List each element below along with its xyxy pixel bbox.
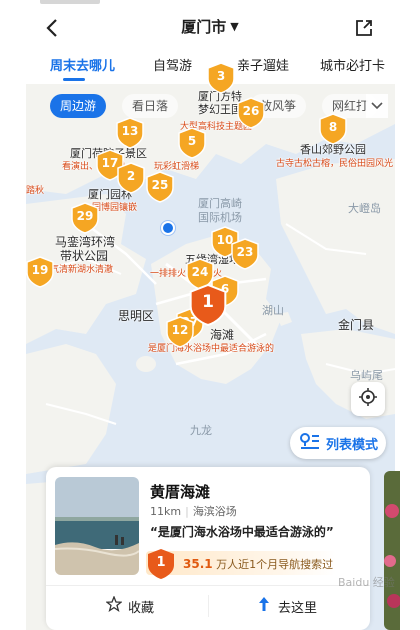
poi-title: 黄厝海滩 xyxy=(150,483,211,501)
map-marker[interactable]: 25 xyxy=(145,171,175,203)
poi-category: 海滨浴场 xyxy=(192,505,237,518)
active-tab-indicator xyxy=(63,78,85,81)
chevron-down-icon[interactable] xyxy=(366,94,388,118)
marker-rank: 29 xyxy=(76,209,94,223)
poi-card[interactable]: 黄厝海滩 11km | 海滨浴场 “是厦门海水浴场中最适合游泳的” 1 35.1 万… xyxy=(46,467,370,630)
search-count: 35.1 xyxy=(183,557,213,571)
watermark: Baidu 经验 xyxy=(338,576,395,589)
marker-rank: 8 xyxy=(328,120,338,134)
next-card-peek[interactable] xyxy=(384,471,400,630)
city-name: 厦门市 xyxy=(181,18,227,36)
marker-rank: 1 xyxy=(202,292,214,312)
navigate-button[interactable]: 去这里 xyxy=(256,591,317,621)
list-icon xyxy=(300,432,320,454)
map-label: 思明区 xyxy=(118,309,155,323)
map-tag: 踏秋 xyxy=(26,186,45,196)
map-marker[interactable]: 23 xyxy=(230,238,260,270)
marker-rank: 26 xyxy=(242,104,260,118)
tab-weekend[interactable]: 周末去哪儿 xyxy=(50,55,115,74)
locate-button[interactable] xyxy=(351,382,385,416)
chip-sunset[interactable]: 看日落 xyxy=(122,94,179,118)
share-icon[interactable] xyxy=(350,14,378,42)
current-location-dot xyxy=(161,221,175,235)
star-icon xyxy=(105,595,128,616)
card-divider xyxy=(46,585,370,586)
list-mode-label: 列表模式 xyxy=(326,437,379,453)
tab-self-drive[interactable]: 自驾游 xyxy=(153,55,192,74)
map-marker[interactable]: 1 xyxy=(188,283,228,327)
marker-rank: 23 xyxy=(236,245,254,259)
map-tag: 气清新湖水清澈 xyxy=(50,265,114,275)
poi-distance: 11km xyxy=(150,505,182,518)
map-label: 湖山 xyxy=(262,304,284,317)
map-marker[interactable]: 19 xyxy=(25,256,55,288)
map-marker[interactable]: 5 xyxy=(177,127,207,159)
marker-rank: 3 xyxy=(216,69,226,83)
marker-rank: 2 xyxy=(126,169,136,183)
map-marker[interactable]: 26 xyxy=(236,97,266,129)
map-tag: 古寺古松古榕，民俗田园风光 xyxy=(276,159,394,169)
rank-number: 1 xyxy=(156,555,166,570)
map-marker[interactable]: 13 xyxy=(115,117,145,149)
map-label: 乌屿尾 xyxy=(350,369,383,382)
tab-kids[interactable]: 亲子遛娃 xyxy=(237,55,289,74)
tab-city-checkin[interactable]: 城市必打卡 xyxy=(320,55,385,74)
marker-rank: 13 xyxy=(121,124,139,138)
map-label: 金门县 xyxy=(338,318,375,332)
map-marker[interactable]: 29 xyxy=(70,202,100,234)
marker-rank: 25 xyxy=(151,178,169,192)
header: 厦门市 ▼ xyxy=(0,8,420,46)
map-label: 九龙 xyxy=(190,424,212,437)
navigate-arrow-icon xyxy=(256,596,278,616)
rank-medal-icon: 1 xyxy=(146,548,176,580)
marker-rank: 5 xyxy=(187,134,197,148)
map-marker[interactable]: 8 xyxy=(318,113,348,145)
action-divider xyxy=(208,595,209,617)
map-label: 国际机场 xyxy=(198,211,242,224)
map-marker[interactable]: 3 xyxy=(206,62,236,94)
favorite-button[interactable]: 收藏 xyxy=(105,591,154,621)
poi-photo xyxy=(55,477,139,575)
list-mode-button[interactable]: 列表模式 xyxy=(290,427,386,459)
poi-quote: “是厦门海水浴场中最适合游泳的” xyxy=(150,525,334,539)
map-label: 大嶝岛 xyxy=(348,202,381,215)
status-bar xyxy=(0,0,420,8)
crosshair-icon xyxy=(358,387,378,411)
caret-down-icon: ▼ xyxy=(230,20,239,33)
rank-text: 35.1 万人近1个月导航搜索过 xyxy=(183,557,334,571)
poi-meta: 11km | 海滨浴场 xyxy=(150,505,237,518)
chip-nearby[interactable]: 周边游 xyxy=(50,94,107,118)
marker-rank: 19 xyxy=(31,263,49,277)
map-marker[interactable]: 2 xyxy=(116,162,146,194)
